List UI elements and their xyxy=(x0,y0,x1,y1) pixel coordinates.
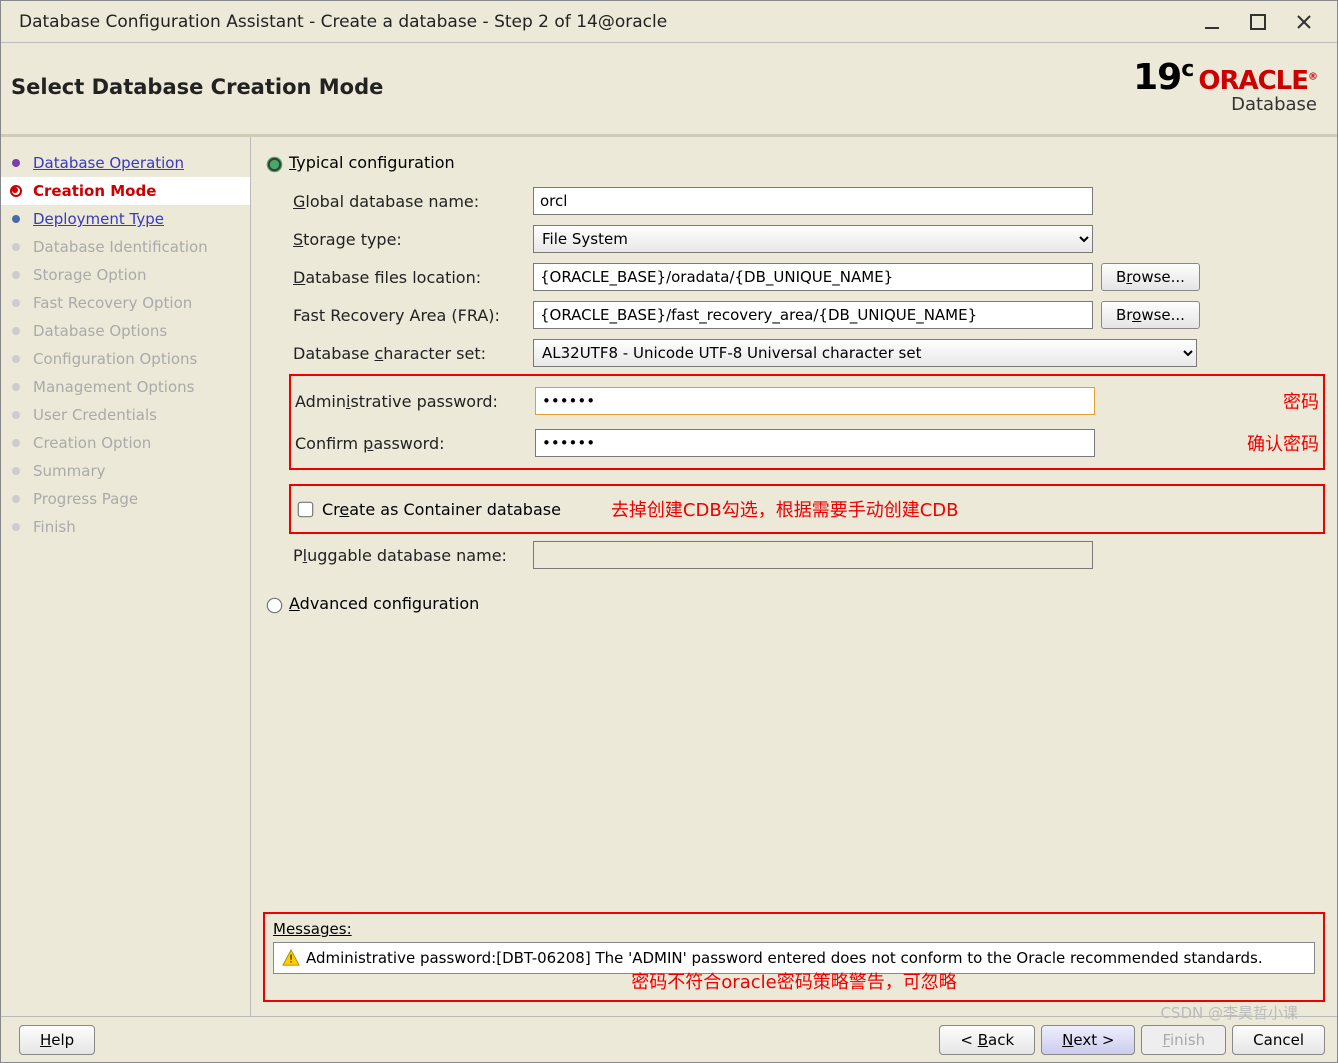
finish-button: Finish xyxy=(1141,1025,1226,1055)
sidebar-step-label: Progress Page xyxy=(33,490,138,508)
sidebar-step-1: Creation Mode xyxy=(1,177,250,205)
page-header: Select Database Creation Mode 19c ORACLE… xyxy=(1,43,1337,134)
fra-browse-button[interactable]: Browse... xyxy=(1101,301,1200,329)
confirm-pw-input[interactable] xyxy=(535,429,1095,457)
svg-text:!: ! xyxy=(289,953,293,966)
charset-select[interactable]: AL32UTF8 - Unicode UTF-8 Universal chara… xyxy=(533,339,1197,367)
annotation-msg: 密码不符合oracle密码策略警告，可忽略 xyxy=(273,968,1315,994)
advanced-config-radio[interactable] xyxy=(267,597,283,613)
sidebar-step-4: Storage Option xyxy=(1,261,250,289)
oracle-logo: 19c ORACLE® Database xyxy=(1133,59,1317,114)
sidebar-step-label: Database Operation xyxy=(33,154,184,172)
pdb-input xyxy=(533,541,1093,569)
step-dot-icon xyxy=(7,294,25,312)
sidebar-step-label: Configuration Options xyxy=(33,350,197,368)
minimize-button[interactable] xyxy=(1189,4,1235,40)
step-dot-icon xyxy=(7,266,25,284)
main-panel: Typical configuration Global database na… xyxy=(251,137,1337,1016)
sidebar-step-label: Database Options xyxy=(33,322,167,340)
sidebar-step-11: Summary xyxy=(1,457,250,485)
files-browse-button[interactable]: Browse... xyxy=(1101,263,1200,291)
wizard-footer: Help < Back Next > Finish Cancel xyxy=(1,1016,1337,1062)
files-input[interactable] xyxy=(533,263,1093,291)
back-button[interactable]: < Back xyxy=(939,1025,1035,1055)
sidebar-step-13: Finish xyxy=(1,513,250,541)
step-dot-icon xyxy=(7,462,25,480)
fra-label: Fast Recovery Area (FRA): xyxy=(293,306,533,325)
sidebar-step-2[interactable]: Deployment Type xyxy=(1,205,250,233)
cdb-label: Create as Container database xyxy=(322,500,561,519)
sidebar-step-0[interactable]: Database Operation xyxy=(1,149,250,177)
admin-pw-label: Administrative password: xyxy=(295,392,535,411)
sidebar-step-12: Progress Page xyxy=(1,485,250,513)
sidebar-step-label: Database Identification xyxy=(33,238,208,256)
admin-pw-input[interactable] xyxy=(535,387,1095,415)
step-dot-icon xyxy=(7,490,25,508)
sidebar-step-label: Deployment Type xyxy=(33,210,164,228)
step-dot-icon xyxy=(7,350,25,368)
maximize-button[interactable] xyxy=(1235,4,1281,40)
titlebar: Database Configuration Assistant - Creat… xyxy=(1,1,1337,43)
sidebar-step-3: Database Identification xyxy=(1,233,250,261)
sidebar-step-7: Configuration Options xyxy=(1,345,250,373)
messages-label: Messages: xyxy=(273,920,1315,938)
files-label: Database files location: xyxy=(293,268,533,287)
fra-input[interactable] xyxy=(533,301,1093,329)
sidebar-step-label: Fast Recovery Option xyxy=(33,294,192,312)
window-title: Database Configuration Assistant - Creat… xyxy=(11,12,1189,32)
step-dot-icon xyxy=(7,434,25,452)
confirm-pw-label: Confirm password: xyxy=(295,434,535,453)
advanced-config-label: Advanced configuration xyxy=(289,594,479,613)
global-db-label: Global database name: xyxy=(293,192,533,211)
wizard-sidebar: Database Operation Creation Mode Deploymen… xyxy=(1,137,251,1016)
annotation-cdb: 去掉创建CDB勾选，根据需要手动创建CDB xyxy=(611,496,959,522)
step-dot-icon xyxy=(7,378,25,396)
storage-label: Storage type: xyxy=(293,230,533,249)
cdb-checkbox[interactable] xyxy=(298,501,314,517)
annotation-password: 密码 xyxy=(1283,388,1319,414)
pdb-label: Pluggable database name: xyxy=(293,546,533,565)
next-button[interactable]: Next > xyxy=(1041,1025,1135,1055)
charset-label: Database character set: xyxy=(293,344,533,363)
sidebar-step-5: Fast Recovery Option xyxy=(1,289,250,317)
step-dot-icon xyxy=(7,322,25,340)
step-dot-icon xyxy=(7,154,25,172)
sidebar-step-9: User Credentials xyxy=(1,401,250,429)
messages-panel: Messages: ! Administrative password:[DBT… xyxy=(263,912,1325,1002)
sidebar-step-8: Management Options xyxy=(1,373,250,401)
sidebar-step-label: Creation Option xyxy=(33,434,151,452)
help-button[interactable]: Help xyxy=(19,1025,95,1055)
annotation-confirm: 确认密码 xyxy=(1247,430,1319,456)
sidebar-step-label: Summary xyxy=(33,462,106,480)
messages-annotation-box: Messages: ! Administrative password:[DBT… xyxy=(263,912,1325,1002)
step-dot-icon xyxy=(7,238,25,256)
sidebar-step-label: Creation Mode xyxy=(33,182,156,200)
warning-icon: ! xyxy=(282,949,300,967)
close-button[interactable] xyxy=(1281,4,1327,40)
message-text: Administrative password:[DBT-06208] The … xyxy=(306,949,1263,967)
cdb-annotation-box: Create as Container database 去掉创建CDB勾选，根… xyxy=(289,484,1325,534)
app-window: Database Configuration Assistant - Creat… xyxy=(0,0,1338,1063)
typical-config-radio[interactable] xyxy=(267,156,283,172)
sidebar-step-label: Finish xyxy=(33,518,76,536)
step-dot-icon xyxy=(7,210,25,228)
storage-select[interactable]: File System xyxy=(533,225,1093,253)
sidebar-step-6: Database Options xyxy=(1,317,250,345)
typical-config-label: Typical configuration xyxy=(289,153,455,172)
watermark: CSDN @李昊哲小课 xyxy=(1160,1002,1298,1023)
step-dot-icon xyxy=(7,406,25,424)
step-dot-icon xyxy=(7,518,25,536)
global-db-input[interactable] xyxy=(533,187,1093,215)
cancel-button[interactable]: Cancel xyxy=(1232,1025,1325,1055)
sidebar-step-label: Storage Option xyxy=(33,266,147,284)
password-annotation-box: Administrative password: 密码 Confirm pass… xyxy=(289,374,1325,470)
sidebar-step-label: User Credentials xyxy=(33,406,157,424)
step-dot-icon xyxy=(7,182,25,200)
sidebar-step-label: Management Options xyxy=(33,378,194,396)
page-title: Select Database Creation Mode xyxy=(11,75,1133,99)
sidebar-step-10: Creation Option xyxy=(1,429,250,457)
